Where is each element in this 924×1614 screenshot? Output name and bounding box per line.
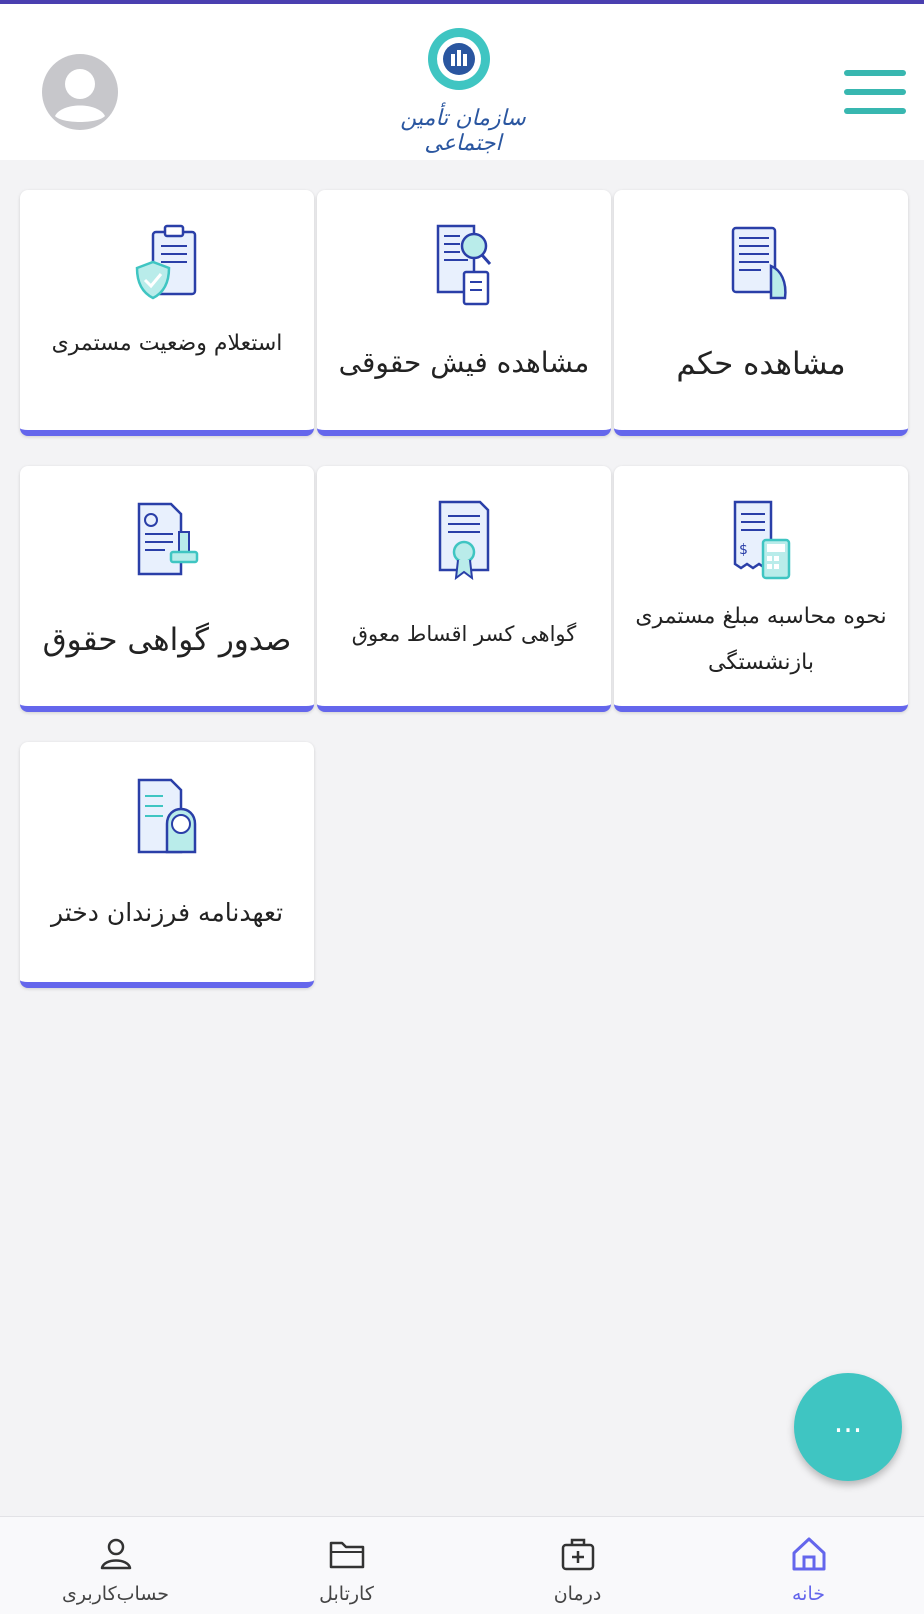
tile-label: صدور گواهی حقوق xyxy=(42,622,292,658)
tile-pension-status[interactable]: استعلام وضعیت مستمری xyxy=(20,190,314,436)
logo-emblem-icon xyxy=(428,28,490,90)
document-girl-icon xyxy=(137,778,197,854)
tile-label: مشاهده حکم xyxy=(676,346,846,382)
more-dots-icon: ... xyxy=(833,1405,863,1440)
user-circle-icon xyxy=(42,54,118,130)
app-header: سازمان تأمین اجتماعی xyxy=(0,4,924,160)
medical-kit-icon xyxy=(561,1538,595,1571)
payslip-search-icon xyxy=(436,224,492,306)
menu-button[interactable] xyxy=(844,70,906,114)
nav-item-treatment[interactable]: درمان xyxy=(462,1517,693,1614)
document-hand-icon xyxy=(731,226,787,300)
tile-view-ruling[interactable]: مشاهده حکم xyxy=(614,190,908,436)
clipboard-shield-icon xyxy=(135,224,197,300)
avatar-button[interactable] xyxy=(40,52,120,132)
nav-item-cartable[interactable]: کارتابل xyxy=(231,1517,462,1614)
nav-label-account: حساب‌کاربری xyxy=(61,1583,170,1605)
svg-text:$: $ xyxy=(739,542,748,558)
nav-item-account[interactable]: حساب‌کاربری xyxy=(0,1517,231,1614)
tile-label: مشاهده فیش حقوقی xyxy=(338,346,590,379)
nav-label-treatment: درمان xyxy=(553,1583,602,1605)
tile-daughters-commitment[interactable]: تعهدنامه فرزندان دختر xyxy=(20,742,314,988)
hamburger-menu-icon xyxy=(844,70,906,76)
tile-label: نحوه محاسبه مبلغ مستمری بازنشستگی xyxy=(635,604,887,675)
tile-label: تعهدنامه فرزندان دختر xyxy=(50,898,284,927)
certificate-ribbon-icon xyxy=(438,500,490,581)
tile-pension-calculation[interactable]: $ نحوه محاسبه مبلغ مستمری بازنشستگی xyxy=(614,466,908,712)
folder-icon xyxy=(329,1541,365,1569)
user-icon xyxy=(100,1538,132,1570)
more-options-button[interactable]: ... xyxy=(794,1373,902,1481)
tile-label: گواهی کسر اقساط معوق xyxy=(351,622,577,646)
home-icon xyxy=(792,1537,826,1571)
nav-item-home[interactable]: خانه xyxy=(693,1517,924,1614)
tile-label: استعلام وضعیت مستمری xyxy=(51,331,283,356)
document-stamp-icon xyxy=(137,502,199,576)
tile-issue-salary-certificate[interactable]: صدور گواهی حقوق xyxy=(20,466,314,712)
organization-logo: سازمان تأمین اجتماعی xyxy=(378,26,548,156)
logo-text: سازمان تأمین اجتماعی xyxy=(400,106,526,156)
nav-label-cartable: کارتابل xyxy=(319,1583,374,1605)
tile-view-payslip[interactable]: مشاهده فیش حقوقی xyxy=(317,190,611,436)
receipt-calculator-icon: $ xyxy=(733,500,791,580)
bottom-navigation: خانه درمان کارتابل حساب‌کاربری xyxy=(0,1516,924,1614)
nav-label-home: خانه xyxy=(791,1583,825,1605)
tile-overdue-installments[interactable]: گواهی کسر اقساط معوق xyxy=(317,466,611,712)
